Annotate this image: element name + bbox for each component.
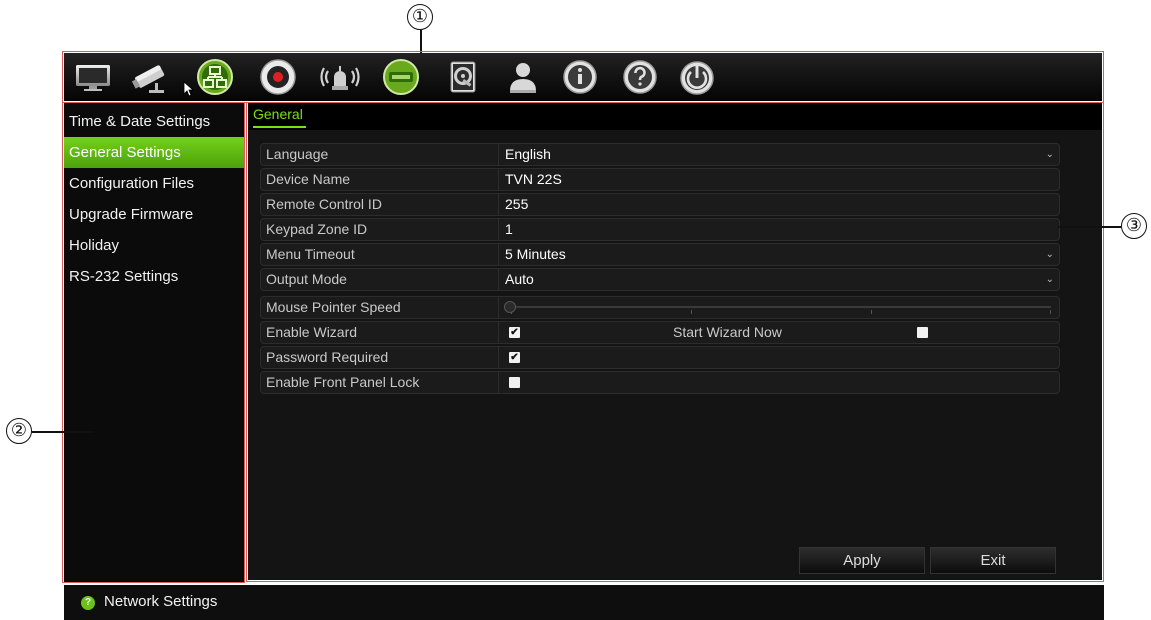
keypad-zone-id-input[interactable]: 1 <box>505 219 513 240</box>
front-panel-lock-row[interactable]: Enable Front Panel Lock <box>260 371 1060 394</box>
password-required-row[interactable]: Password Required ✔ <box>260 346 1060 369</box>
callout-3-leader <box>1058 226 1121 228</box>
mouse-cursor-icon <box>183 81 195 102</box>
tab-bar: General <box>248 103 1102 130</box>
menu-timeout-label: Menu Timeout <box>261 244 499 265</box>
keypad-zone-id-label: Keypad Zone ID <box>261 219 499 240</box>
remote-control-id-input[interactable]: 255 <box>505 194 528 215</box>
remote-control-id-row[interactable]: Remote Control ID 255 <box>260 193 1060 216</box>
exit-button[interactable]: Exit <box>930 547 1056 574</box>
power-icon[interactable] <box>676 56 718 98</box>
sidebar-item-general-settings[interactable]: General Settings <box>64 137 244 168</box>
display-icon[interactable] <box>72 56 114 98</box>
enable-wizard-label: Enable Wizard <box>261 322 499 343</box>
slider-tick <box>1050 310 1051 314</box>
mouse-pointer-speed-label: Mouse Pointer Speed <box>261 297 499 318</box>
info-icon[interactable] <box>559 56 601 98</box>
password-required-label: Password Required <box>261 347 499 368</box>
chevron-down-icon[interactable]: ⌄ <box>1046 244 1054 265</box>
start-wizard-now-label: Start Wizard Now <box>673 324 782 340</box>
sidebar-item-configuration-files[interactable]: Configuration Files <box>64 168 244 199</box>
chevron-down-icon[interactable]: ⌄ <box>1046 269 1054 290</box>
output-mode-label: Output Mode <box>261 269 499 290</box>
remote-control-id-label: Remote Control ID <box>261 194 499 215</box>
top-toolbar <box>64 53 1102 101</box>
slider-tick <box>691 310 692 314</box>
settings-sidebar: Time & Date Settings General Settings Co… <box>64 103 244 583</box>
language-label: Language <box>261 144 499 165</box>
hdd-icon[interactable] <box>380 56 422 98</box>
screenshot-stage: ① Time & Date Settings General Settings … <box>0 0 1151 620</box>
slider-tick <box>871 310 872 314</box>
record-icon[interactable] <box>257 56 299 98</box>
tab-general[interactable]: General <box>253 106 303 122</box>
device-name-label: Device Name <box>261 169 499 190</box>
camera-icon[interactable] <box>130 56 172 98</box>
output-mode-select[interactable]: Auto <box>505 269 534 290</box>
chevron-down-icon[interactable]: ⌄ <box>1046 144 1054 165</box>
callout-1: ① <box>407 4 433 30</box>
enable-wizard-checkbox[interactable]: ✔ <box>509 327 520 338</box>
tab-underline <box>253 126 306 128</box>
user-icon[interactable] <box>502 56 544 98</box>
sidebar-item-rs232-settings[interactable]: RS-232 Settings <box>64 261 244 292</box>
output-mode-row[interactable]: Output Mode Auto ⌄ <box>260 268 1060 291</box>
keypad-zone-id-row[interactable]: Keypad Zone ID 1 <box>260 218 1060 241</box>
help-icon[interactable] <box>619 56 661 98</box>
status-text: Network Settings <box>104 593 218 610</box>
status-bar: ? Network Settings <box>64 585 1104 620</box>
language-select[interactable]: English <box>505 144 551 165</box>
apply-button[interactable]: Apply <box>799 547 925 574</box>
front-panel-lock-label: Enable Front Panel Lock <box>261 372 499 393</box>
alarm-icon[interactable] <box>319 56 361 98</box>
storage-icon[interactable] <box>442 56 484 98</box>
front-panel-lock-checkbox[interactable] <box>509 377 520 388</box>
sidebar-item-holiday[interactable]: Holiday <box>64 230 244 261</box>
password-required-checkbox[interactable]: ✔ <box>509 352 520 363</box>
language-row[interactable]: Language English ⌄ <box>260 143 1060 166</box>
start-wizard-now-checkbox[interactable] <box>917 327 928 338</box>
callout-3: ③ <box>1121 213 1147 239</box>
enable-wizard-row[interactable]: Enable Wizard ✔ Start Wizard Now <box>260 321 1060 344</box>
sidebar-item-upgrade-firmware[interactable]: Upgrade Firmware <box>64 199 244 230</box>
callout-2: ② <box>6 418 32 444</box>
device-name-input[interactable]: TVN 22S <box>505 169 562 190</box>
device-name-row[interactable]: Device Name TVN 22S <box>260 168 1060 191</box>
network-icon[interactable] <box>194 56 236 98</box>
menu-timeout-select[interactable]: 5 Minutes <box>505 244 566 265</box>
callout-2-leader <box>32 431 94 433</box>
mouse-pointer-speed-slider-handle[interactable] <box>504 301 516 313</box>
sidebar-item-time-date-settings[interactable]: Time & Date Settings <box>64 106 244 137</box>
settings-panel: General Language English ⌄ Device Name T… <box>248 103 1102 580</box>
menu-timeout-row[interactable]: Menu Timeout 5 Minutes ⌄ <box>260 243 1060 266</box>
mouse-pointer-speed-row[interactable]: Mouse Pointer Speed <box>260 296 1060 319</box>
help-icon: ? <box>81 596 95 610</box>
mouse-pointer-speed-slider-track[interactable] <box>511 306 1051 308</box>
